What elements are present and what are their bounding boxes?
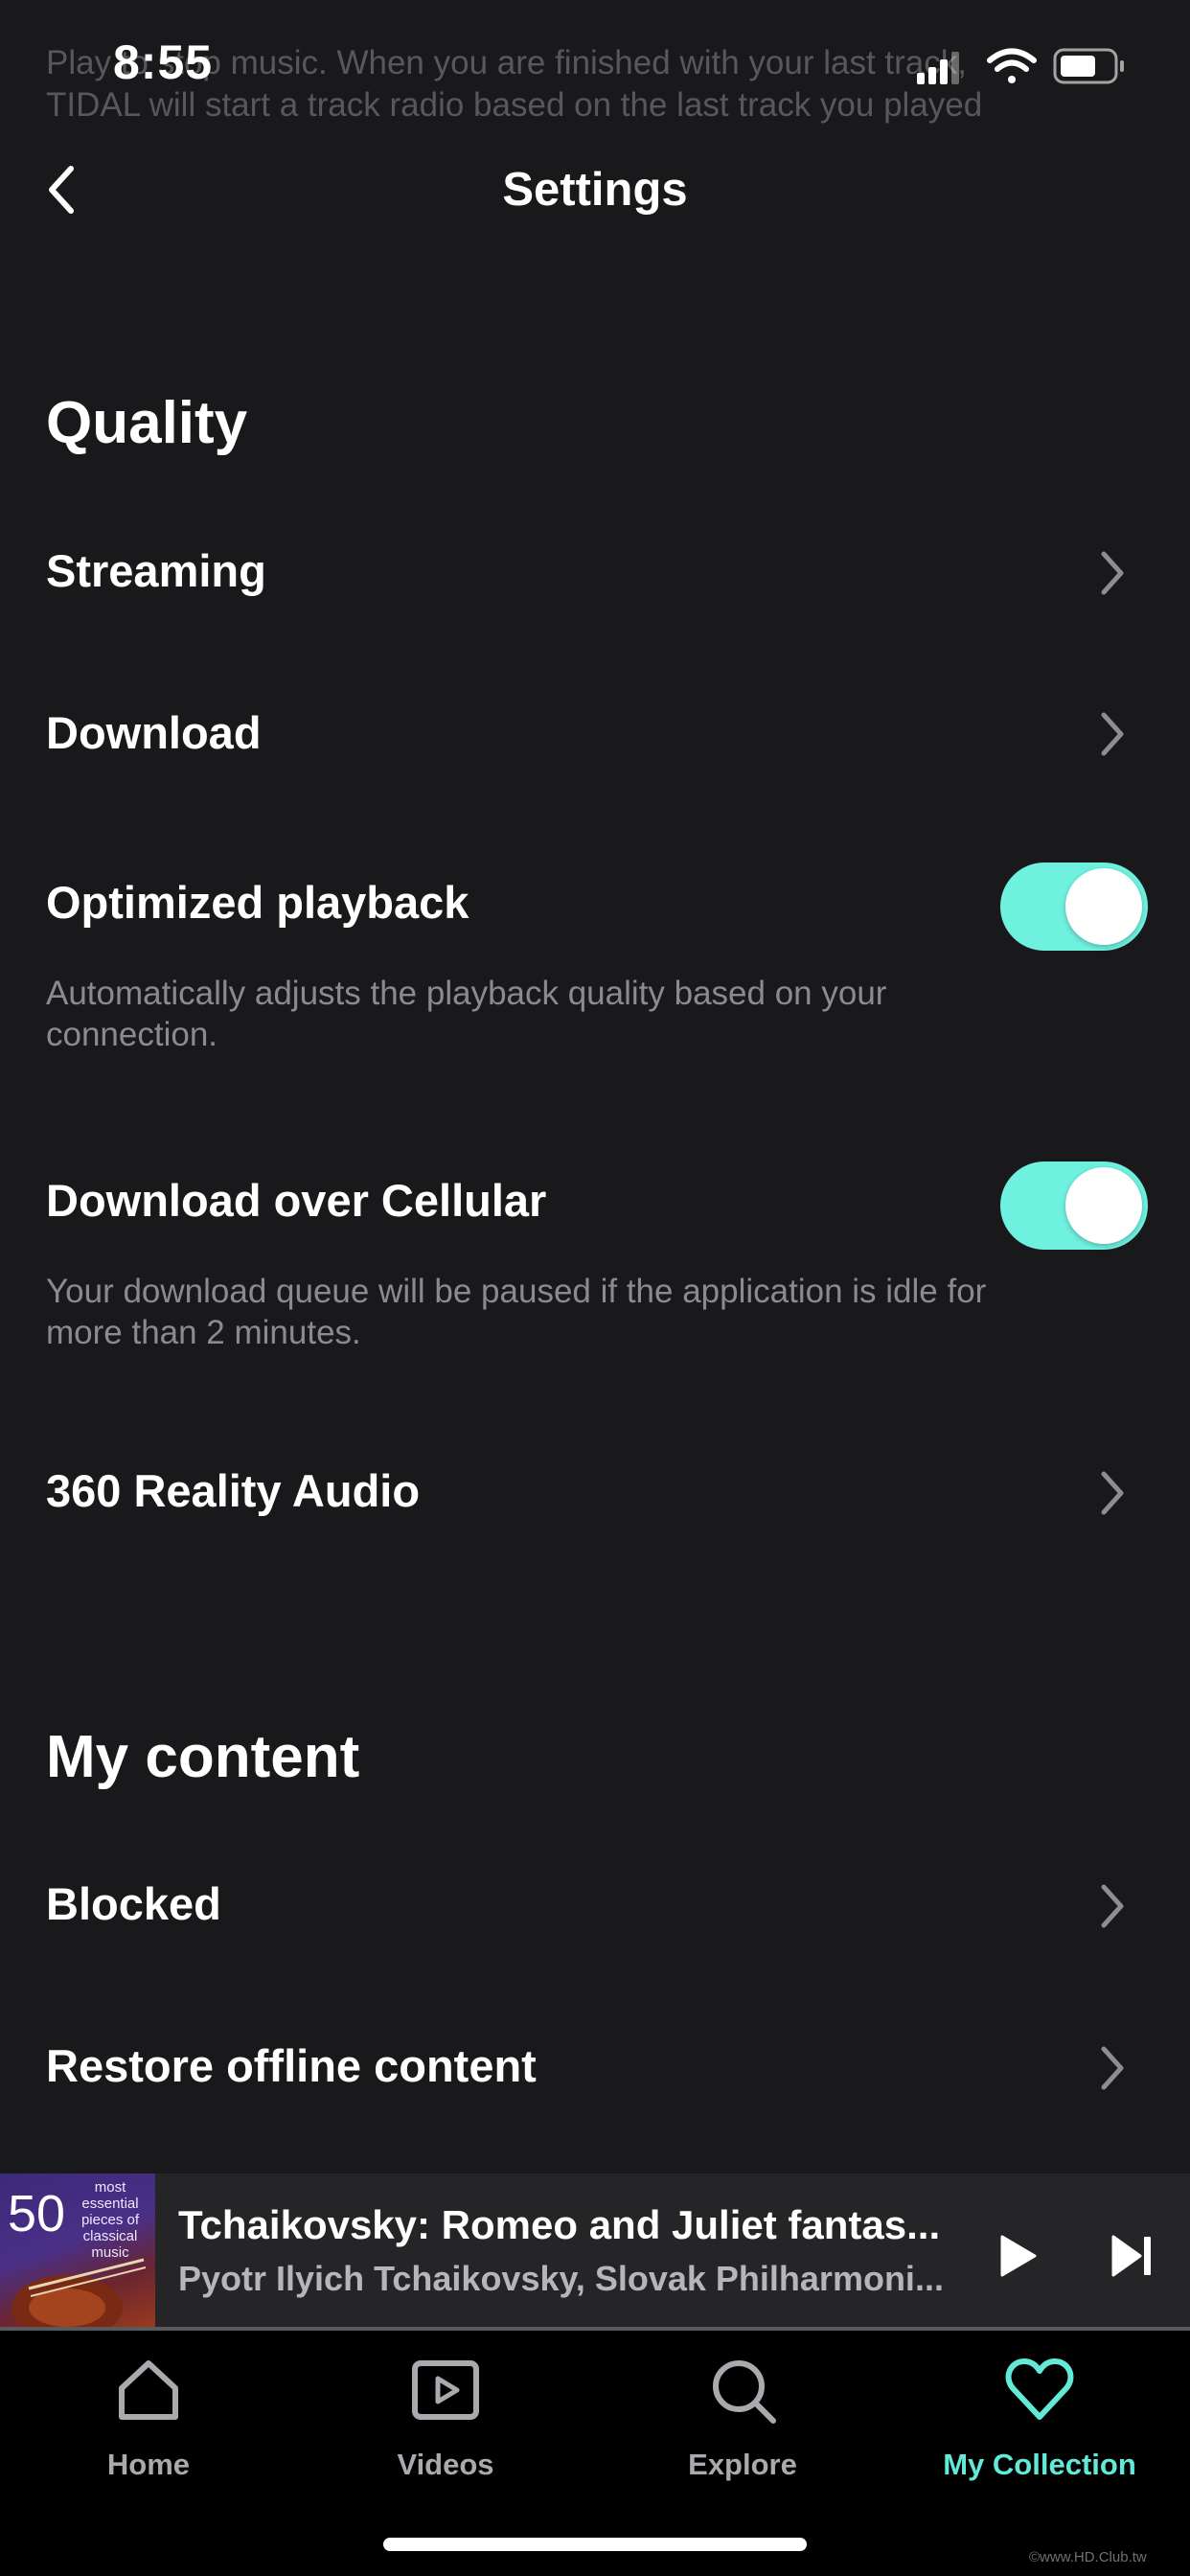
tab-label: Videos (397, 2448, 494, 2481)
chevron-right-icon[interactable] (1098, 709, 1127, 759)
track-title[interactable]: Tchaikovsky: Romeo and Juliet fantas... (178, 2200, 954, 2250)
album-art[interactable]: 50 most essential pieces of classical mu… (0, 2174, 155, 2331)
track-artist[interactable]: Pyotr Ilyich Tchaikovsky, Slovak Philhar… (178, 2257, 954, 2301)
wifi-icon (987, 48, 1037, 83)
watermark: ©www.HD.Club.tw (1029, 2549, 1147, 2565)
toggle-knob (1065, 1167, 1142, 1244)
reality-audio-row[interactable]: 360 Reality Audio (46, 1463, 420, 1519)
page-title: Settings (502, 164, 688, 216)
tab-my-collection[interactable]: My Collection (891, 2354, 1188, 2482)
violin-icon (11, 2258, 147, 2331)
toggle-knob (1065, 868, 1142, 945)
restore-offline-content-row[interactable]: Restore offline content (46, 2038, 537, 2094)
tab-label: My Collection (943, 2448, 1136, 2481)
tab-label: Explore (688, 2448, 797, 2481)
search-icon (713, 2360, 776, 2424)
video-icon (412, 2360, 479, 2420)
play-icon[interactable] (996, 2233, 1039, 2279)
blocked-row[interactable]: Blocked (46, 1876, 221, 1932)
home-icon (119, 2360, 178, 2420)
album-art-number: 50 (8, 2185, 66, 2242)
chevron-right-icon[interactable] (1098, 548, 1127, 598)
cellular-signal-icon (917, 52, 959, 84)
section-title-my-content: My content (46, 1724, 360, 1790)
status-time: 8:55 (113, 35, 214, 89)
optimized-playback-label: Optimized playback (46, 877, 469, 928)
album-art-subtitle: most essential pieces of classical music (80, 2179, 140, 2261)
optimized-playback-description: Automatically adjusts the playback quali… (46, 975, 887, 1053)
chevron-right-icon[interactable] (1098, 1881, 1127, 1931)
tab-explore[interactable]: Explore (594, 2354, 891, 2482)
skip-next-icon[interactable] (1110, 2233, 1154, 2279)
download-over-cellular-description: Your download queue will be paused if th… (46, 1273, 987, 1351)
chevron-right-icon[interactable] (1098, 2043, 1127, 2093)
home-indicator[interactable] (383, 2538, 807, 2551)
status-icons (917, 48, 1124, 84)
chevron-right-icon[interactable] (1098, 1468, 1127, 1518)
tab-videos[interactable]: Videos (297, 2354, 594, 2482)
optimized-playback-toggle[interactable] (1000, 862, 1148, 951)
tab-label: Home (106, 2448, 191, 2481)
download-over-cellular-toggle[interactable] (1000, 1162, 1148, 1250)
download-over-cellular-label: Download over Cellular (46, 1175, 547, 1226)
heart-icon (1005, 2358, 1074, 2420)
download-row[interactable]: Download (46, 705, 262, 761)
streaming-row[interactable]: Streaming (46, 543, 266, 599)
section-title-quality: Quality (46, 390, 248, 456)
tab-home[interactable]: Home (0, 2354, 297, 2482)
battery-icon (1053, 48, 1124, 84)
